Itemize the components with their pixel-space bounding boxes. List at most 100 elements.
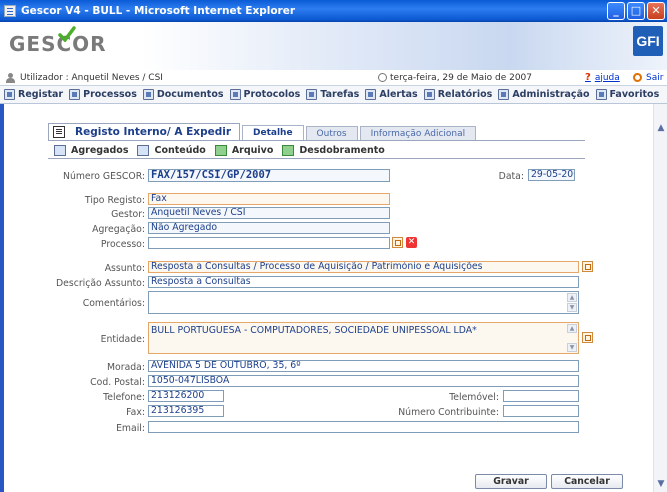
entidade-field[interactable]: BULL PORTUGUESA - COMPUTADORES, SOCIEDAD… — [148, 322, 579, 354]
agregacao-field[interactable]: Não Agregado — [148, 222, 390, 234]
menu-registar[interactable]: Registar — [4, 89, 63, 100]
comentarios-field[interactable]: ▲ ▼ — [148, 291, 579, 314]
menu-label: Protocolos — [243, 89, 301, 100]
conteudo-button[interactable]: Conteúdo — [137, 144, 206, 156]
favorites-icon — [595, 89, 607, 100]
menu-label: Processos — [83, 89, 137, 100]
vertical-scrollbar[interactable]: ▲ ▼ — [653, 104, 667, 492]
agregados-button[interactable]: Agregados — [54, 144, 129, 156]
scroll-up-icon[interactable]: ▲ — [567, 293, 577, 302]
conteudo-label: Conteúdo — [154, 144, 206, 156]
entidade-picker-icon[interactable] — [582, 332, 593, 343]
morada-field[interactable]: AVENIDA 5 DE OUTUBRO, 35, 6º — [148, 360, 579, 372]
menu-protocolos[interactable]: Protocolos — [229, 89, 301, 100]
menu-favoritos[interactable]: Favoritos — [595, 89, 659, 100]
date-label: terça-feira, 29 de Maio de 2007 — [390, 72, 533, 83]
toolbar-divider — [48, 158, 585, 159]
comentarios-scrollbar[interactable]: ▲ ▼ — [567, 293, 577, 312]
numero-field: FAX/157/CSI/GP/2007 — [148, 169, 390, 182]
scroll-down-icon[interactable]: ▼ — [567, 343, 577, 352]
save-button[interactable]: Gravar — [475, 474, 547, 489]
menu-relatorios[interactable]: Relatórios — [423, 89, 493, 100]
tab-outros[interactable]: Outros — [305, 126, 358, 140]
documents-icon — [142, 89, 154, 100]
arquivo-button[interactable]: Arquivo — [214, 144, 274, 156]
telefone-label: Telefone: — [103, 392, 145, 403]
user-label: Utilizador : Anquetil Neves / CSI — [20, 72, 163, 83]
logo-check-icon — [58, 26, 76, 42]
processo-field[interactable] — [148, 237, 390, 249]
menu-tarefas[interactable]: Tarefas — [306, 89, 359, 100]
cancel-button[interactable]: Cancelar — [551, 474, 623, 489]
record-tabs: Registo Interno/ A Expedir Detalhe Outro… — [48, 123, 477, 140]
cod-postal-field[interactable]: 1050-047LISBOA — [148, 375, 579, 387]
comentarios-label: Comentários: — [82, 298, 145, 309]
email-field[interactable] — [148, 421, 579, 433]
scroll-up-icon[interactable]: ▲ — [567, 324, 577, 333]
desdobramento-button[interactable]: Desdobramento — [282, 144, 385, 156]
telemovel-field[interactable] — [503, 390, 579, 402]
data-label: Data: — [498, 171, 524, 182]
agregacao-label: Agregação: — [92, 224, 145, 235]
menu-label: Documentos — [156, 89, 224, 100]
left-edge — [0, 104, 10, 492]
desdobramento-label: Desdobramento — [299, 144, 385, 156]
menu-label: Administração — [512, 89, 590, 100]
scroll-down-icon[interactable]: ▼ — [567, 303, 577, 312]
fax-field[interactable]: 213126395 — [148, 405, 224, 417]
close-button[interactable]: ✕ — [647, 2, 665, 20]
arquivo-label: Arquivo — [231, 144, 274, 156]
alerts-icon — [365, 89, 377, 100]
help-label[interactable]: ajuda — [595, 73, 620, 83]
tab-detalhe[interactable]: Detalhe — [242, 125, 304, 140]
minimize-button[interactable]: _ — [607, 2, 625, 20]
exit-label[interactable]: Sair — [646, 73, 663, 83]
current-date: terça-feira, 29 de Maio de 2007 — [378, 73, 532, 83]
scroll-down-icon[interactable]: ▼ — [654, 478, 667, 490]
menu-label: Relatórios — [437, 89, 493, 100]
scroll-up-icon[interactable]: ▲ — [654, 122, 667, 134]
tab-informacao-adicional[interactable]: Informação Adicional — [359, 126, 477, 140]
maximize-icon: □ — [630, 4, 642, 17]
clock-icon — [378, 73, 387, 82]
data-field[interactable]: 29-05-2007 — [528, 169, 575, 181]
user-icon — [6, 72, 15, 83]
tipo-field[interactable]: Fax — [148, 193, 390, 205]
gestor-field[interactable]: Anquetil Neves / CSI — [148, 207, 390, 219]
telefone-field[interactable]: 213126200 — [148, 390, 224, 402]
window-controls: _ □ ✕ — [607, 2, 665, 20]
menu-documentos[interactable]: Documentos — [142, 89, 224, 100]
processo-picker-icon[interactable] — [392, 237, 403, 248]
email-label: Email: — [116, 423, 145, 434]
contribuinte-field[interactable] — [503, 405, 579, 417]
menu-alertas[interactable]: Alertas — [365, 89, 418, 100]
menu-administracao[interactable]: Administração — [498, 89, 590, 100]
document-icon — [53, 126, 65, 138]
processo-label: Processo: — [100, 239, 145, 250]
descricao-field[interactable]: Resposta a Consultas — [148, 276, 579, 288]
agregados-label: Agregados — [71, 144, 129, 156]
menu-label: Alertas — [379, 89, 418, 100]
contribuinte-label: Número Contribuinte: — [398, 407, 499, 418]
exit-link[interactable]: Sair — [633, 73, 663, 83]
processo-clear-icon[interactable]: ✕ — [406, 237, 417, 248]
tab-registo: Registo Interno/ A Expedir — [48, 123, 240, 140]
maximize-button[interactable]: □ — [627, 2, 645, 20]
numero-label: Número GESCOR: — [63, 171, 145, 182]
telemovel-label: Telemóvel: — [449, 392, 499, 403]
window-titlebar[interactable]: Gescor V4 - BULL - Microsoft Internet Ex… — [0, 0, 667, 22]
entidade-text: BULL PORTUGUESA - COMPUTADORES, SOCIEDAD… — [151, 325, 477, 336]
menu-processos[interactable]: Processos — [69, 89, 137, 100]
header-gradient — [140, 22, 667, 70]
content-icon — [137, 144, 150, 156]
entidade-scrollbar[interactable]: ▲ ▼ — [567, 324, 577, 352]
assunto-field[interactable]: Resposta a Consultas / Processo de Aquis… — [148, 261, 579, 273]
tab-registo-label: Registo Interno/ A Expedir — [75, 126, 231, 138]
assunto-picker-icon[interactable] — [582, 261, 593, 272]
help-link[interactable]: ? ajuda — [585, 72, 620, 83]
app-header: GESCOR GFI — [0, 22, 667, 70]
archive-icon — [214, 144, 227, 156]
fax-label: Fax: — [126, 407, 145, 418]
power-icon — [633, 73, 642, 82]
tasks-icon — [306, 89, 318, 100]
